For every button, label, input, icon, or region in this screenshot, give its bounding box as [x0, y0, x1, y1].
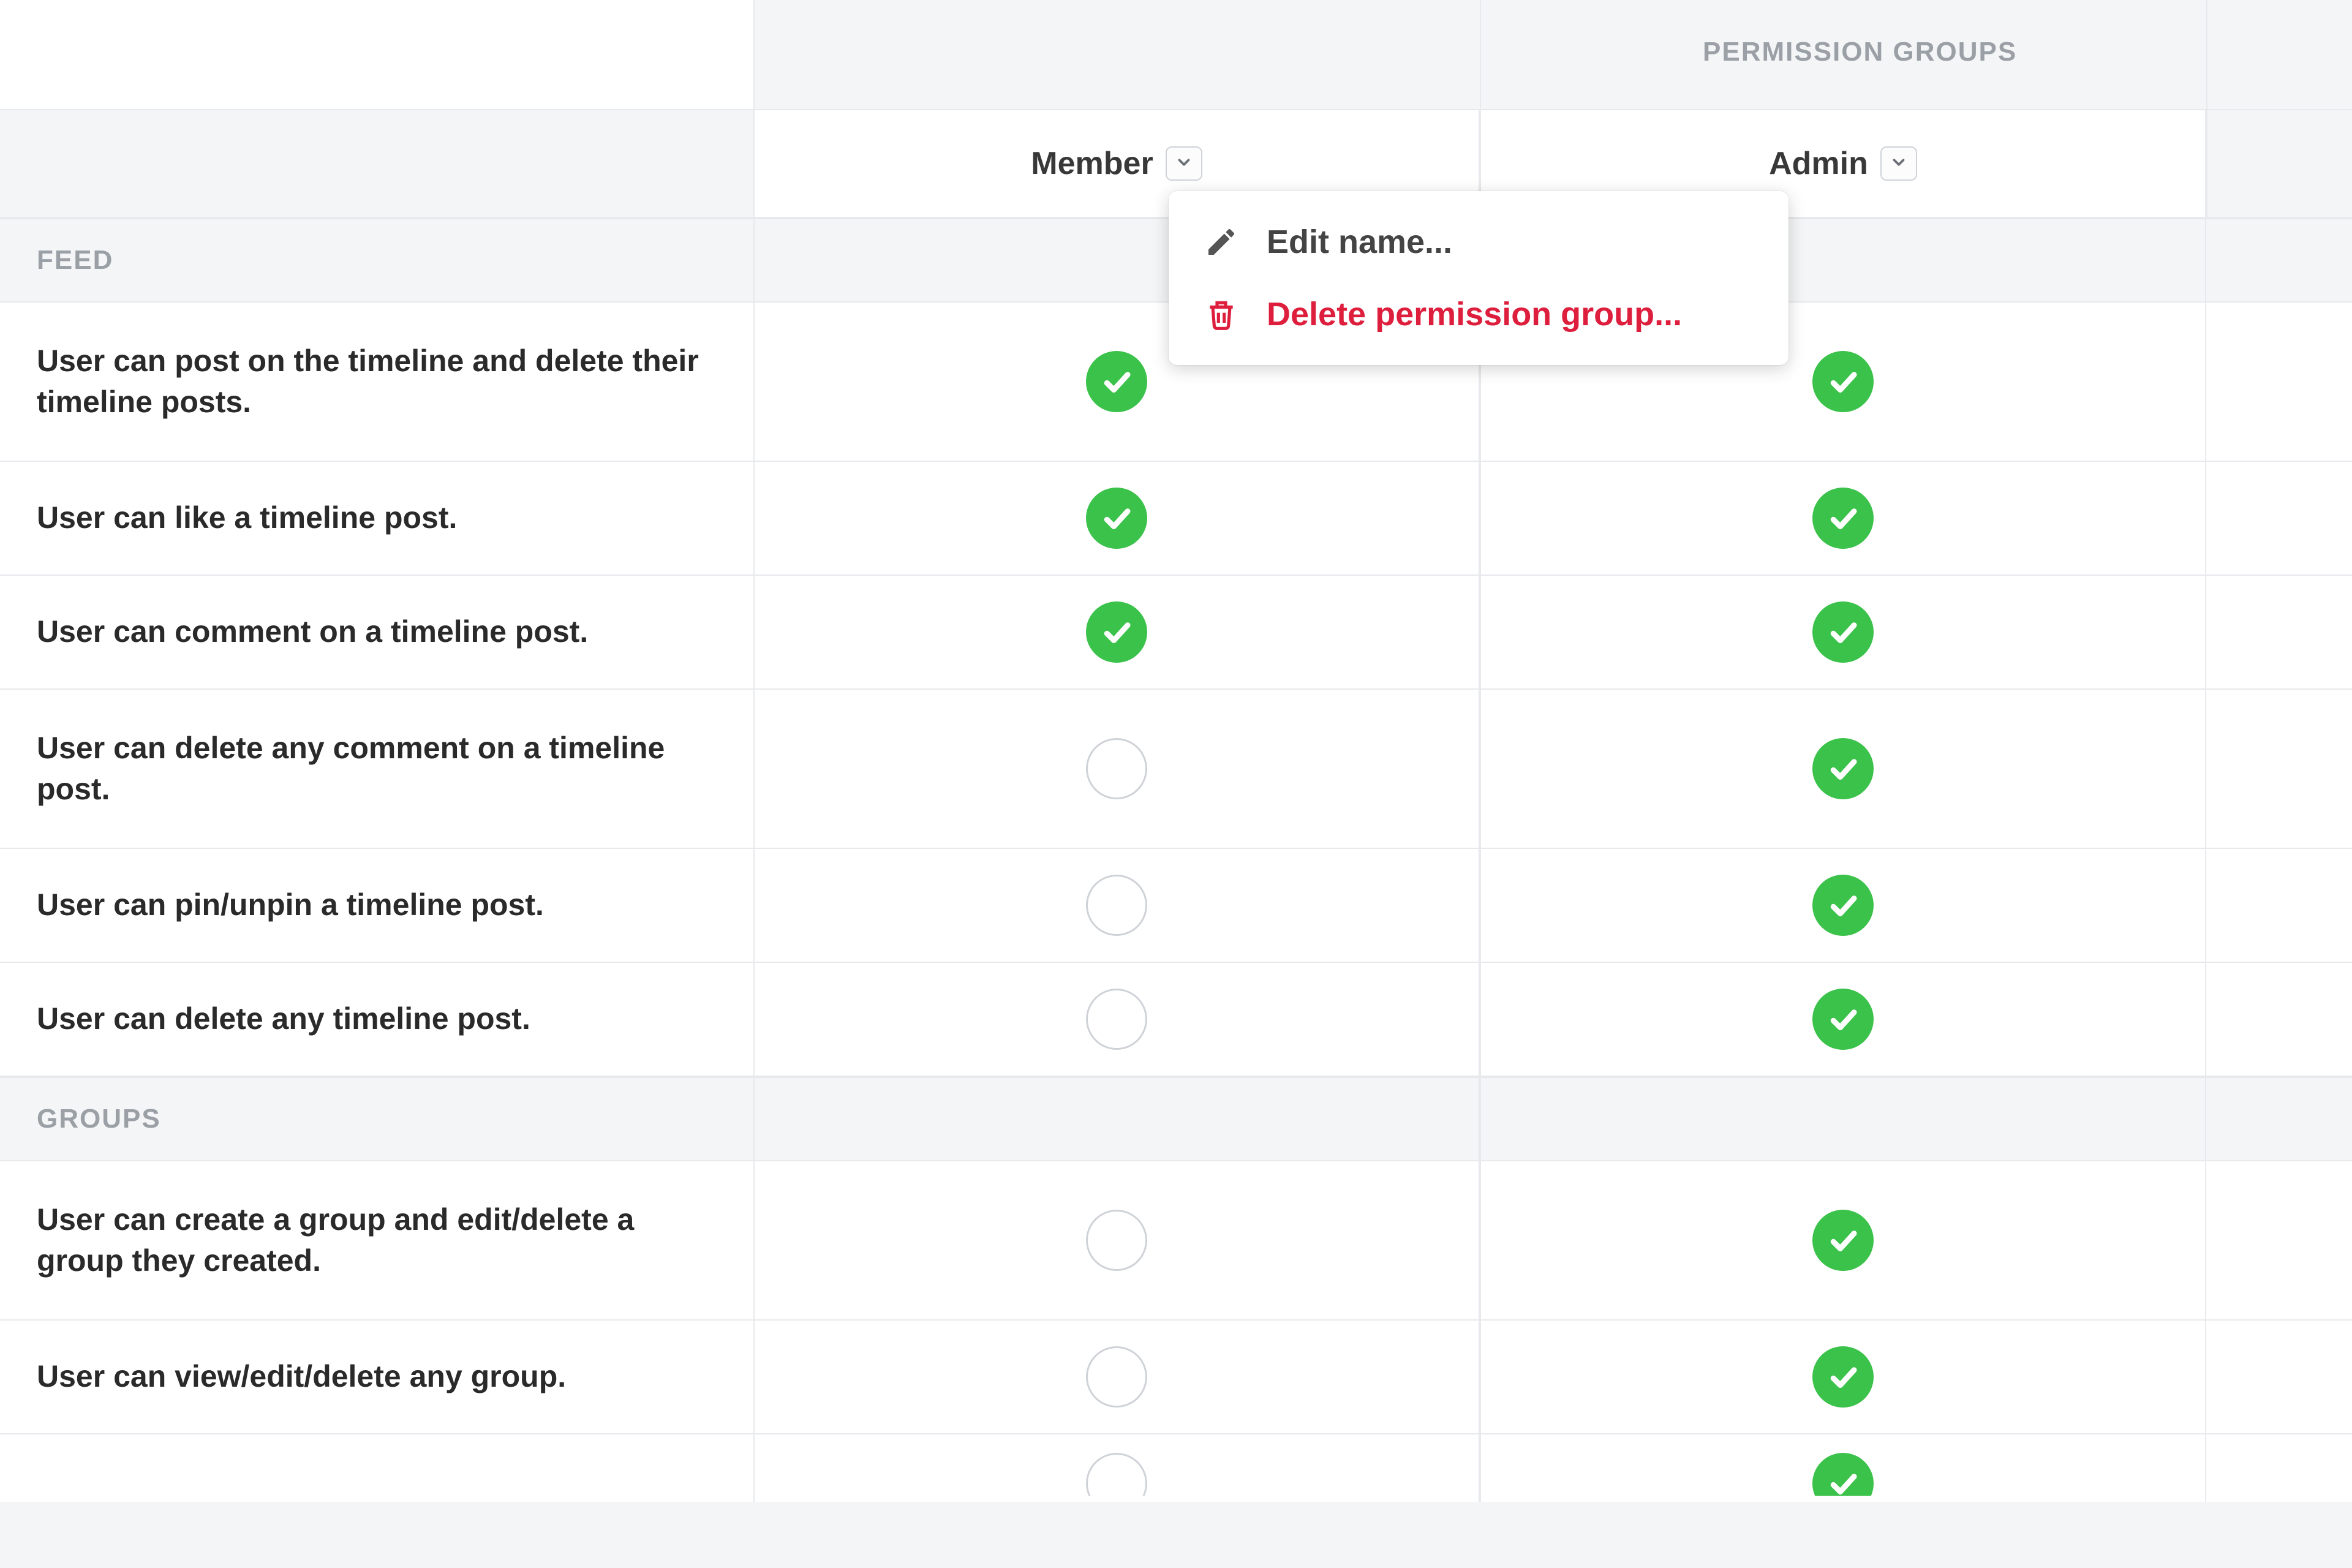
- permission-groups-heading: PERMISSION GROUPS: [1703, 37, 2017, 67]
- section-header-cell: [753, 1077, 1480, 1161]
- column-header-admin-label: Admin: [1769, 145, 1868, 182]
- chevron-down-icon: [1175, 153, 1193, 175]
- empty-circle-icon: [1086, 738, 1147, 799]
- permission-toggle-member[interactable]: [753, 1434, 1480, 1502]
- empty-circle-icon: [1086, 875, 1147, 936]
- edit-name-menu-item[interactable]: Edit name...: [1169, 206, 1789, 278]
- pencil-icon: [1203, 225, 1240, 259]
- check-icon: [1812, 1346, 1874, 1408]
- admin-dropdown-button[interactable]: [1880, 146, 1917, 181]
- check-icon: [1812, 875, 1874, 936]
- permission-label: User can create a group and edit/delete …: [0, 1161, 753, 1321]
- permission-toggle-member[interactable]: [753, 963, 1480, 1077]
- check-icon: [1812, 601, 1874, 663]
- section-header-cell: [1480, 1077, 2206, 1161]
- permission-toggle-member[interactable]: [753, 690, 1480, 849]
- empty-circle-icon: [1086, 1210, 1147, 1271]
- empty-circle-icon: [1086, 989, 1147, 1050]
- permission-toggle-admin[interactable]: [1480, 690, 2206, 849]
- permission-toggle-member[interactable]: [753, 1161, 1480, 1321]
- permission-toggle-admin[interactable]: [1480, 576, 2206, 690]
- permission-label: User can comment on a timeline post.: [0, 576, 753, 690]
- delete-group-menu-item[interactable]: Delete permission group...: [1169, 278, 1789, 350]
- permission-toggle-member[interactable]: [753, 849, 1480, 963]
- empty-circle-icon: [1086, 1346, 1147, 1408]
- permission-toggle-admin[interactable]: [1480, 462, 2206, 576]
- member-dropdown-button[interactable]: [1166, 146, 1202, 181]
- permission-toggle-member[interactable]: [753, 1321, 1480, 1434]
- row-end: [2206, 849, 2352, 963]
- row-end: [2206, 690, 2352, 849]
- permission-toggle-admin[interactable]: [1480, 1161, 2206, 1321]
- check-icon: [1812, 1210, 1874, 1271]
- row-end: [2206, 1161, 2352, 1321]
- permission-label: User can like a timeline post.: [0, 462, 753, 576]
- permission-toggle-member[interactable]: [753, 576, 1480, 690]
- check-icon: [1086, 601, 1147, 663]
- section-header-groups: GROUPS: [0, 1077, 753, 1161]
- permission-label: User can delete any comment on a timelin…: [0, 690, 753, 849]
- header-spacer-end: [2206, 0, 2352, 109]
- delete-group-label: Delete permission group...: [1267, 295, 1682, 333]
- permission-label: User can view/edit/delete any group.: [0, 1321, 753, 1434]
- permission-toggle-admin[interactable]: [1480, 963, 2206, 1077]
- permission-toggle-member[interactable]: [753, 462, 1480, 576]
- row-end: [2206, 303, 2352, 462]
- permission-label: [0, 1434, 753, 1502]
- permission-toggle-admin[interactable]: [1480, 849, 2206, 963]
- permission-toggle-admin[interactable]: [1480, 1434, 2206, 1502]
- row-end: [2206, 1434, 2352, 1502]
- header-spacer-member: [753, 0, 1480, 109]
- row-end: [2206, 576, 2352, 690]
- row-end: [2206, 462, 2352, 576]
- check-icon: [1812, 488, 1874, 549]
- column-header-member-label: Member: [1031, 145, 1153, 182]
- empty-circle-icon: [1086, 1453, 1147, 1514]
- permission-label: User can pin/unpin a timeline post.: [0, 849, 753, 963]
- chevron-down-icon: [1890, 153, 1908, 175]
- colhead-blank: [0, 109, 753, 218]
- permission-label: User can post on the timeline and delete…: [0, 303, 753, 462]
- edit-name-label: Edit name...: [1267, 223, 1452, 261]
- check-icon: [1812, 1453, 1874, 1514]
- check-icon: [1812, 351, 1874, 412]
- check-icon: [1812, 989, 1874, 1050]
- check-icon: [1812, 738, 1874, 799]
- section-header-feed: FEED: [0, 218, 753, 303]
- trash-icon: [1203, 297, 1240, 331]
- row-end: [2206, 963, 2352, 1077]
- check-icon: [1086, 351, 1147, 412]
- grid-corner: [0, 0, 753, 109]
- row-end: [2206, 1321, 2352, 1434]
- permission-toggle-admin[interactable]: [1480, 1321, 2206, 1434]
- check-icon: [1086, 488, 1147, 549]
- column-dropdown-menu: Edit name... Delete permission group...: [1169, 191, 1789, 365]
- colhead-end: [2206, 109, 2352, 218]
- permission-label: User can delete any timeline post.: [0, 963, 753, 1077]
- section-header-cell: [2206, 1077, 2352, 1161]
- section-header-cell: [2206, 218, 2352, 303]
